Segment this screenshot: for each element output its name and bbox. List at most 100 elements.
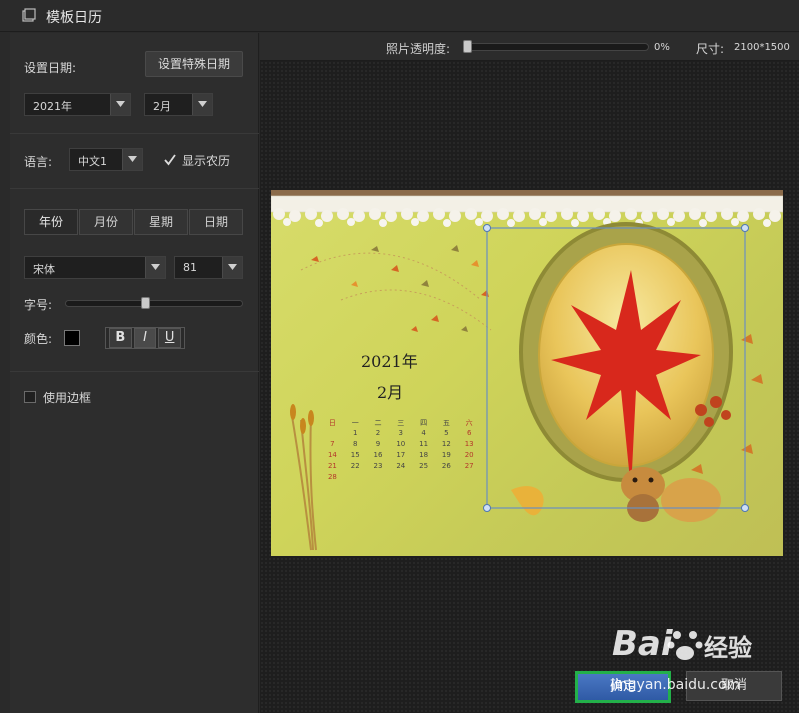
calendar-day-cell: 8 xyxy=(352,440,358,448)
calendar-day-cell: 15 xyxy=(350,451,360,459)
calendar-day-cell: 25 xyxy=(419,462,429,470)
text-target-tabs: 年份 月份 星期 日期 xyxy=(24,209,244,235)
settings-panel: 设置日期: 设置特殊日期 2021年 2月 语言: 中文1 显示农历 年份 月份… xyxy=(10,33,259,713)
calendar-day-cell: 19 xyxy=(441,451,451,459)
tab-month[interactable]: 月份 xyxy=(79,209,133,235)
chevron-down-icon xyxy=(122,149,142,170)
calendar-day-cell: 1 xyxy=(352,429,358,437)
use-border-checkbox[interactable] xyxy=(24,391,36,403)
size-select-value: 81 xyxy=(183,261,197,274)
window-title: 模板日历 xyxy=(46,10,102,26)
weekday-header: 二 xyxy=(374,419,382,427)
calendar-day-cell: 6 xyxy=(466,429,472,437)
calendar-day-cell: 5 xyxy=(444,429,449,437)
photo-opacity-value: 0% xyxy=(654,42,670,53)
calendar-year-text[interactable]: 2021年 xyxy=(361,348,418,372)
font-size-slider-track[interactable] xyxy=(65,300,243,307)
font-size-slider-thumb[interactable] xyxy=(141,297,151,309)
calendar-day-cell: 11 xyxy=(419,440,429,448)
calendar-day-cell xyxy=(367,473,390,484)
calendar-day-cell xyxy=(412,473,435,484)
calendar-day-cell: 4 xyxy=(421,429,426,437)
calendar-day-cell xyxy=(344,473,367,484)
calendar-month-text[interactable]: 2月 xyxy=(377,379,403,403)
italic-button[interactable]: I xyxy=(133,328,157,348)
text-style-group: B I U xyxy=(105,327,185,349)
underline-button[interactable]: U xyxy=(158,328,182,348)
calendar-day-cell: 7 xyxy=(330,440,335,448)
language-select-value: 中文1 xyxy=(78,155,107,168)
year-select-value: 2021年 xyxy=(33,100,72,113)
divider xyxy=(10,371,259,372)
calendar-day-cell xyxy=(458,473,481,484)
title-bar: 模板日历 xyxy=(0,0,799,32)
watermark-url: jingyan.baidu.com xyxy=(611,677,741,693)
calendar-day-cell: 14 xyxy=(327,451,337,459)
bold-button[interactable]: B xyxy=(109,328,132,348)
tab-weekday[interactable]: 星期 xyxy=(134,209,188,235)
calendar-day-cell: 21 xyxy=(327,462,337,470)
preview-toolbar: 照片透明度: 0% 尺寸: 2100*1500 xyxy=(260,33,799,61)
language-label: 语言: xyxy=(24,155,53,169)
divider xyxy=(10,188,259,189)
calendar-day-cell xyxy=(321,429,344,440)
chevron-down-icon xyxy=(110,94,130,115)
divider xyxy=(10,133,259,134)
special-date-button[interactable]: 设置特殊日期 xyxy=(145,51,243,77)
tab-year[interactable]: 年份 xyxy=(24,209,78,235)
calendar-day-cell: 3 xyxy=(398,429,404,437)
weekday-header: 五 xyxy=(442,419,450,427)
paw-logo-icon xyxy=(667,631,703,660)
chevron-down-icon xyxy=(222,257,242,278)
calendar-day-cell: 10 xyxy=(396,440,406,448)
show-lunar-checkbox[interactable] xyxy=(163,153,177,167)
month-select-value: 2月 xyxy=(153,100,171,113)
weekday-header: 四 xyxy=(420,419,428,427)
calendar-week-row: 21 22 23 24 25 26 27 xyxy=(321,462,481,473)
photo-opacity-label: 照片透明度: xyxy=(386,42,451,56)
photo-opacity-slider-thumb[interactable] xyxy=(463,40,472,53)
calendar-template-icon xyxy=(22,8,36,22)
chevron-down-icon xyxy=(145,257,165,278)
size-value: 2100*1500 xyxy=(734,42,790,53)
watermark-brand: Bai xyxy=(612,624,673,664)
calendar-week-row: 28 xyxy=(321,473,481,484)
calendar-day-cell: 12 xyxy=(441,440,451,448)
set-date-label: 设置日期: xyxy=(24,61,77,75)
calendar-day-cell: 22 xyxy=(350,462,360,470)
calendar-day-cell: 13 xyxy=(464,440,474,448)
calendar-week-row: 14 15 16 17 18 19 20 xyxy=(321,451,481,462)
use-border-label: 使用边框 xyxy=(43,391,92,405)
calendar-date-grid[interactable]: 日 一 二 三 四 五 六 1 2 3 4 5 6 7 8 9 10 11 12 13 14 15 16 17 1… xyxy=(321,418,481,484)
size-select[interactable]: 81 xyxy=(174,256,243,279)
month-select[interactable]: 2月 xyxy=(144,93,213,116)
chevron-down-icon xyxy=(192,94,212,115)
weekday-header: 六 xyxy=(465,419,473,427)
watermark-brand2: 经验 xyxy=(704,634,752,662)
calendar-day-cell: 20 xyxy=(464,451,474,459)
calendar-day-cell: 23 xyxy=(373,462,383,470)
year-select[interactable]: 2021年 xyxy=(24,93,131,116)
show-lunar-label: 显示农历 xyxy=(182,154,231,168)
font-select-value: 宋体 xyxy=(33,263,55,276)
calendar-day-cell: 26 xyxy=(441,462,451,470)
weekday-header: 日 xyxy=(328,419,336,427)
tab-date[interactable]: 日期 xyxy=(189,209,243,235)
calendar-day-cell: 27 xyxy=(464,462,474,470)
language-select[interactable]: 中文1 xyxy=(69,148,143,171)
color-label: 颜色: xyxy=(24,332,53,346)
photo-opacity-slider-track[interactable] xyxy=(463,43,649,51)
calendar-day-cell: 2 xyxy=(375,429,381,437)
weekday-header: 一 xyxy=(351,419,359,427)
calendar-day-cell xyxy=(389,473,412,484)
font-select[interactable]: 宋体 xyxy=(24,256,166,279)
calendar-day-cell: 24 xyxy=(396,462,406,470)
color-swatch[interactable] xyxy=(64,330,80,346)
weekday-header: 三 xyxy=(397,419,405,427)
calendar-week-row: 7 8 9 10 11 12 13 xyxy=(321,440,481,451)
calendar-preview[interactable]: 2021年 2月 日 一 二 三 四 五 六 1 2 3 4 5 6 7 8 9 10 11 12 13… xyxy=(271,190,783,556)
calendar-day-cell: 28 xyxy=(327,473,337,481)
calendar-day-cell: 17 xyxy=(396,451,406,459)
calendar-week-row: 1 2 3 4 5 6 xyxy=(321,429,481,440)
size-label: 尺寸: xyxy=(696,42,725,56)
